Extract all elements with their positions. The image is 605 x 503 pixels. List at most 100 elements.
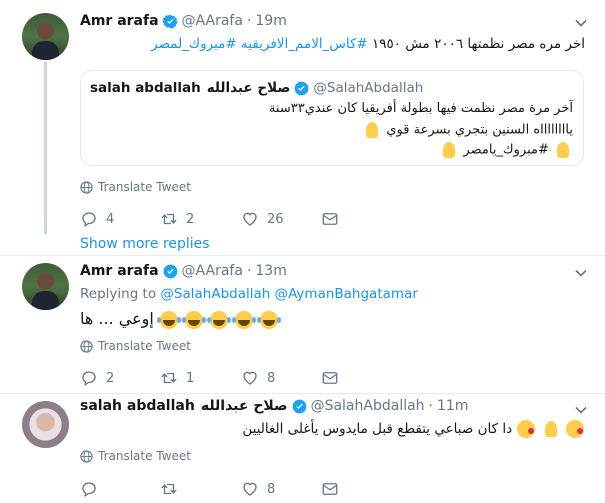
laughing-emoji-icon xyxy=(181,310,203,329)
avatar[interactable] xyxy=(22,401,69,448)
laughing-emoji-icon xyxy=(257,310,279,329)
laughing-emoji-icon xyxy=(156,310,178,329)
pray-emoji-icon xyxy=(363,121,381,139)
laughing-emoji-icon xyxy=(232,310,254,329)
verified-badge-icon xyxy=(162,14,178,29)
like-count: 8 xyxy=(267,481,276,497)
retweet-count: 1 xyxy=(186,370,195,386)
quoted-line-2: يااااااااه السنين بتجري بسرعة قوي xyxy=(93,121,573,139)
pray-emoji-icon xyxy=(554,141,572,159)
replying-to: Replying to @SalahAbdallah @AymanBahgata… xyxy=(80,286,418,302)
retweet-count: 2 xyxy=(186,211,195,227)
tweet-text: دا كان صباعي يتقطع قبل مايدوس يأغلى الغا… xyxy=(80,420,585,438)
retweet-icon xyxy=(161,483,177,495)
direct-message-button[interactable] xyxy=(321,209,347,229)
replying-to-mention-1[interactable]: @SalahAbdallah xyxy=(160,286,270,302)
like-button[interactable]: 26 xyxy=(241,209,284,229)
pray-emoji-icon xyxy=(440,141,458,159)
retweet-button[interactable]: 2 xyxy=(160,209,194,229)
author-name[interactable]: Amr arafa xyxy=(80,263,159,279)
show-more-replies-link[interactable]: Show more replies xyxy=(80,236,210,252)
hashtag-links[interactable]: #كاس_الامم_الافريقيه #مبروك_لمصر xyxy=(151,36,368,52)
tweet-text: اخر مره مصر نظمتها ٢٠٠٦ مش ١٩٥٠ #كاس_الا… xyxy=(80,36,585,52)
like-button[interactable]: 8 xyxy=(241,479,275,499)
kissing-emoji-icon xyxy=(566,420,584,438)
retweet-icon xyxy=(161,213,177,225)
direct-message-icon xyxy=(322,483,338,495)
reply-button[interactable]: 2 xyxy=(80,368,114,388)
kissing-emoji-icon xyxy=(517,420,536,438)
translate-tweet-link[interactable]: Translate Tweet xyxy=(80,448,191,464)
divider xyxy=(0,255,605,256)
tweet-text-main: اخر مره مصر نظمتها ٢٠٠٦ مش ١٩٥٠ xyxy=(372,36,585,52)
tweet-header: Amr arafa @AArafa · 13m xyxy=(80,262,287,280)
reply-button[interactable] xyxy=(80,479,106,499)
quoted-author-display-name: صلاح عبدالله xyxy=(206,80,291,96)
caret-down-icon[interactable] xyxy=(575,404,587,416)
verified-badge-icon xyxy=(295,81,309,95)
avatar[interactable] xyxy=(22,263,69,310)
author-handle[interactable]: @SalahAbdallah xyxy=(311,398,425,414)
caret-down-icon[interactable] xyxy=(575,17,587,29)
tweet-text: إوعي ... ها xyxy=(80,309,279,329)
globe-icon xyxy=(80,449,93,463)
tweet-text-ar: دا كان صباعي يتقطع قبل مايدوس يأغلى الغا… xyxy=(242,421,513,437)
reply-icon xyxy=(82,371,96,387)
author-name[interactable]: salah abdallah xyxy=(80,398,195,414)
verified-badge-icon xyxy=(292,399,306,413)
quoted-hashtag: #مبروك_يامصر xyxy=(463,142,549,158)
translate-tweet-label[interactable]: Translate Tweet xyxy=(98,339,191,353)
like-icon xyxy=(243,482,257,496)
like-icon xyxy=(243,371,257,385)
avatar[interactable] xyxy=(22,13,69,60)
direct-message-icon xyxy=(322,213,338,225)
author-name[interactable]: Amr arafa xyxy=(80,13,159,29)
divider xyxy=(0,393,605,394)
tweet-actions: 4 2 26 xyxy=(80,209,480,229)
tweet-header: salah abdallah صلاح عبدالله @SalahAbdall… xyxy=(80,397,468,415)
pray-emoji-icon xyxy=(542,420,560,438)
direct-message-button[interactable] xyxy=(321,479,347,499)
quoted-tweet[interactable]: salah abdallah صلاح عبدالله @SalahAbdall… xyxy=(80,70,584,166)
direct-message-button[interactable] xyxy=(321,368,347,388)
reply-icon xyxy=(82,212,96,228)
reply-count: 2 xyxy=(106,370,115,386)
author-handle[interactable]: @AArafa xyxy=(182,13,243,29)
retweet-button[interactable]: 1 xyxy=(160,368,194,388)
author-display-name-ar[interactable]: صلاح عبدالله xyxy=(201,398,288,414)
reply-button[interactable]: 4 xyxy=(80,209,114,229)
quoted-line-1: آخر مرة مصر نظمت فيها بطولة أفريقيا كان … xyxy=(268,101,573,116)
retweet-icon xyxy=(161,372,177,384)
laughing-emoji-icon xyxy=(207,310,229,329)
separator-dot: · xyxy=(246,13,252,29)
tweet-text-ar: إوعي ... ها xyxy=(80,309,154,328)
reply-count: 4 xyxy=(106,211,115,227)
quoted-line-3: #مبروك_يامصر xyxy=(93,141,573,159)
like-button[interactable]: 8 xyxy=(241,368,275,388)
timestamp[interactable]: 13m xyxy=(255,263,286,279)
translate-tweet-link[interactable]: Translate Tweet xyxy=(80,338,191,354)
globe-icon xyxy=(80,339,93,353)
separator-dot: · xyxy=(246,263,252,279)
timestamp[interactable]: 11m xyxy=(437,398,468,414)
tweet-header: Amr arafa @AArafa · 19m xyxy=(80,12,287,30)
verified-badge-icon xyxy=(163,264,177,278)
tweet-actions: 8 xyxy=(80,479,480,499)
thread-line xyxy=(44,62,47,234)
author-handle[interactable]: @AArafa xyxy=(182,263,243,279)
reply-icon xyxy=(82,482,96,498)
like-icon xyxy=(243,212,257,226)
tweet-actions: 2 1 8 xyxy=(80,368,480,388)
replying-to-mention-2[interactable]: @AymanBahgatamar xyxy=(275,286,418,302)
retweet-button[interactable] xyxy=(160,479,186,499)
translate-tweet-label[interactable]: Translate Tweet xyxy=(98,449,191,463)
replying-to-prefix: Replying to xyxy=(80,286,157,302)
like-count: 26 xyxy=(267,211,284,227)
translate-tweet-label[interactable]: Translate Tweet xyxy=(98,180,191,194)
quoted-author-name: salah abdallah xyxy=(90,80,201,96)
timestamp[interactable]: 19m xyxy=(255,13,286,29)
direct-message-icon xyxy=(322,372,338,384)
translate-tweet-link[interactable]: Translate Tweet xyxy=(80,179,191,195)
quoted-line-2-text: يااااااااه السنين بتجري بسرعة قوي xyxy=(386,122,573,138)
caret-down-icon[interactable] xyxy=(575,267,587,279)
